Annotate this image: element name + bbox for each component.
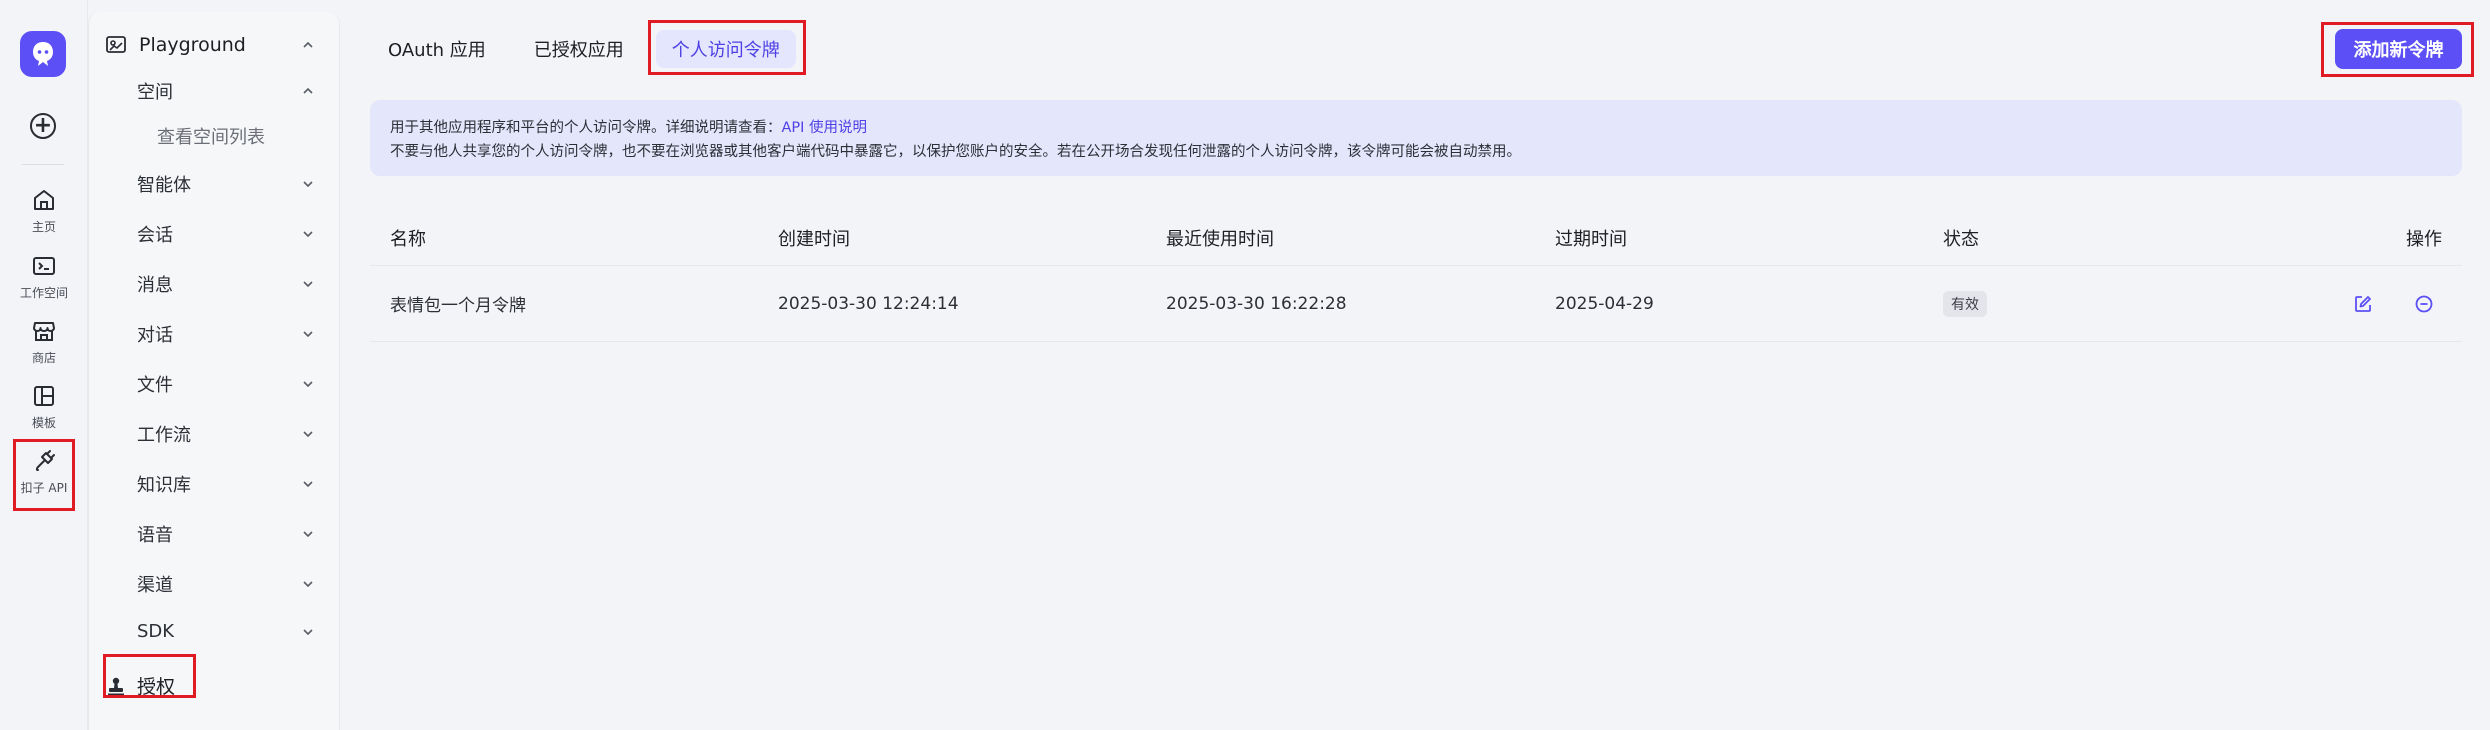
tokens-table: 名称 创建时间 最近使用时间 过期时间 状态 操作 表情包一个月令牌 2025-… xyxy=(370,210,2462,342)
status-badge: 有效 xyxy=(1943,290,1987,317)
sidebar-item[interactable]: 工作流 xyxy=(137,421,329,447)
sidebar-item[interactable]: 智能体 xyxy=(137,171,329,197)
add-new-token-button[interactable]: 添加新令牌 xyxy=(2335,29,2462,69)
workspace-icon xyxy=(33,257,55,275)
header-created: 创建时间 xyxy=(778,228,850,250)
menu-authorization[interactable]: 授权 xyxy=(105,672,175,699)
tab-bar: OAuth 应用 已授权应用 个人访问令牌 xyxy=(372,30,812,68)
api-sidebar: Playground 空间 查看空间列表 智能体会话消息对话文件工作流知识库语音… xyxy=(88,12,340,730)
minus-circle-icon xyxy=(2415,295,2433,312)
sidebar-item-label: 语音 xyxy=(137,525,173,546)
edit-icon xyxy=(2355,295,2371,312)
sidebar-item-label: 消息 xyxy=(137,275,173,296)
menu-space-label: 空间 xyxy=(137,82,173,103)
rail-item-home[interactable]: 主页 xyxy=(0,186,88,235)
store-icon xyxy=(33,322,55,341)
chevron-down-icon xyxy=(303,181,313,188)
home-icon xyxy=(34,190,54,210)
chevron-down-icon xyxy=(303,628,313,635)
chevron-up-icon xyxy=(303,87,313,94)
rail-label: 模板 xyxy=(31,416,56,430)
menu-authorization-label: 授权 xyxy=(137,676,176,698)
sidebar-item-label: 知识库 xyxy=(137,475,191,496)
rail-item-store[interactable]: 商店 xyxy=(0,317,88,366)
chevron-down-icon xyxy=(303,431,313,438)
chevron-down-icon xyxy=(303,581,313,588)
tab-oauth-apps[interactable]: OAuth 应用 xyxy=(372,30,502,68)
sidebar-item[interactable]: 渠道 xyxy=(137,571,329,597)
chevron-down-icon xyxy=(303,331,313,338)
header-actions: 操作 xyxy=(2406,228,2442,250)
chevron-down-icon xyxy=(303,381,313,388)
sidebar-item-label: 工作流 xyxy=(137,425,191,446)
chevron-down-icon xyxy=(303,231,313,238)
sidebar-item[interactable]: 对话 xyxy=(137,321,329,347)
menu-playground[interactable]: Playground xyxy=(105,34,329,56)
header-last-used: 最近使用时间 xyxy=(1166,228,1274,250)
create-plus-icon[interactable]: + xyxy=(30,113,56,139)
header-status: 状态 xyxy=(1943,228,1979,250)
chevron-down-icon xyxy=(303,481,313,488)
rail-divider xyxy=(22,164,64,165)
sidebar-item[interactable]: SDK xyxy=(137,621,329,642)
icon-rail: + 主页 工作空间 商店 模板 扣子 API xyxy=(0,0,88,730)
info-notice: 用于其他应用程序和平台的个人访问令牌。详细说明请查看：API 使用说明 不要与他… xyxy=(370,100,2462,176)
rail-label: 商店 xyxy=(31,351,56,365)
tab-personal-access-tokens[interactable]: 个人访问令牌 xyxy=(655,30,796,68)
tab-authorized-apps[interactable]: 已授权应用 xyxy=(518,30,640,68)
chevron-down-icon xyxy=(303,531,313,538)
token-expires: 2025-04-29 xyxy=(1555,293,1654,314)
template-icon xyxy=(34,386,54,406)
sidebar-item[interactable]: 文件 xyxy=(137,371,329,397)
rail-item-workspace[interactable]: 工作空间 xyxy=(0,252,88,301)
sidebar-item-label: 智能体 xyxy=(137,175,191,196)
notice-text-1: 用于其他应用程序和平台的个人访问令牌。详细说明请查看： xyxy=(390,120,782,136)
notice-line-2: 不要与他人共享您的个人访问令牌，也不要在浏览器或其他客户端代码中暴露它，以保护您… xyxy=(390,144,1521,160)
token-last-used: 2025-03-30 16:22:28 xyxy=(1166,293,1347,314)
header-name: 名称 xyxy=(390,228,426,250)
rail-item-template[interactable]: 模板 xyxy=(0,382,88,431)
sidebar-item[interactable]: 语音 xyxy=(137,521,329,547)
table-row: 表情包一个月令牌 2025-03-30 12:24:14 2025-03-30 … xyxy=(370,266,2462,342)
token-created: 2025-03-30 12:24:14 xyxy=(778,293,959,314)
api-docs-link[interactable]: API 使用说明 xyxy=(782,120,868,136)
menu-space[interactable]: 空间 xyxy=(137,78,329,104)
menu-view-space-list[interactable]: 查看空间列表 xyxy=(157,123,265,149)
rail-label: 主页 xyxy=(31,220,56,234)
rail-label: 工作空间 xyxy=(19,286,68,300)
sidebar-item-label: 会话 xyxy=(137,225,173,246)
header-expires: 过期时间 xyxy=(1555,228,1627,250)
table-header: 名称 创建时间 最近使用时间 过期时间 状态 操作 xyxy=(370,210,2462,266)
rail-item-coze-api[interactable]: 扣子 API xyxy=(0,447,88,496)
notice-line-1: 用于其他应用程序和平台的个人访问令牌。详细说明请查看：API 使用说明 xyxy=(390,116,2442,140)
edit-token-button[interactable] xyxy=(2353,266,2373,341)
sidebar-item[interactable]: 消息 xyxy=(137,271,329,297)
chevron-up-icon xyxy=(303,41,313,48)
playground-icon xyxy=(106,36,126,53)
app-logo-icon[interactable] xyxy=(20,31,66,77)
sidebar-item[interactable]: 知识库 xyxy=(137,471,329,497)
sidebar-item[interactable]: 会话 xyxy=(137,221,329,247)
remove-token-button[interactable] xyxy=(2414,266,2434,341)
token-status: 有效 xyxy=(1943,266,1987,341)
token-name: 表情包一个月令牌 xyxy=(390,296,526,316)
sidebar-item-label: 对话 xyxy=(137,325,173,346)
chevron-down-icon xyxy=(303,281,313,288)
stamp-icon xyxy=(108,677,124,695)
sidebar-item-label: 文件 xyxy=(137,375,173,396)
sidebar-item-label: SDK xyxy=(137,621,175,642)
api-plug-icon xyxy=(35,450,55,471)
menu-playground-label: Playground xyxy=(139,34,246,56)
sidebar-item-label: 渠道 xyxy=(137,575,173,596)
rail-label: 扣子 API xyxy=(20,481,68,495)
